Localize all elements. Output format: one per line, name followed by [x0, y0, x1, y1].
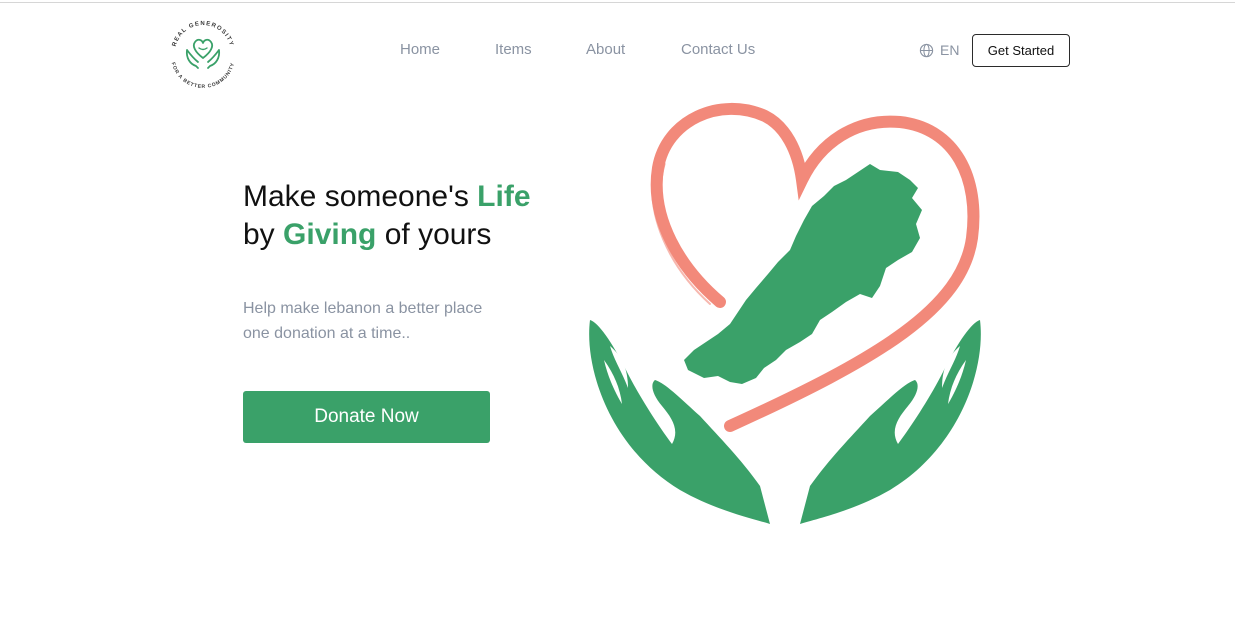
- hero-subtitle: Help make lebanon a better place one don…: [243, 296, 533, 346]
- language-label: EN: [940, 42, 960, 58]
- heart-lebanon-hands-illustration: [589, 102, 981, 524]
- get-started-button[interactable]: Get Started: [972, 34, 1070, 67]
- hero-subtitle-line: one donation at a time..: [243, 325, 411, 342]
- hero-title-text: of yours: [376, 218, 492, 251]
- nav-item-items[interactable]: Items: [495, 41, 532, 58]
- hero-title: Make someone's Life by Giving of yours: [243, 178, 573, 254]
- nav-item-contact-us[interactable]: Contact Us: [681, 41, 755, 58]
- hero-subtitle-line: Help make lebanon a better place: [243, 300, 483, 317]
- donate-now-button[interactable]: Donate Now: [243, 391, 490, 443]
- hero-illustration: [580, 98, 990, 528]
- language-selector[interactable]: EN: [919, 42, 959, 58]
- hero-title-accent-giving: Giving: [283, 218, 377, 251]
- logo-ring-text-bottom: FOR A BETTER COMMUNITY: [170, 62, 236, 90]
- hero-title-accent-life: Life: [477, 180, 531, 213]
- nav-item-home[interactable]: Home: [400, 41, 440, 58]
- top-divider: [0, 2, 1235, 3]
- svg-text:FOR A BETTER COMMUNITY: FOR A BETTER COMMUNITY: [170, 62, 237, 90]
- hero-title-text: by: [243, 218, 284, 251]
- hero-title-text: Make someone's: [243, 180, 478, 213]
- globe-icon: [919, 43, 934, 57]
- nav-item-about[interactable]: About: [586, 41, 625, 58]
